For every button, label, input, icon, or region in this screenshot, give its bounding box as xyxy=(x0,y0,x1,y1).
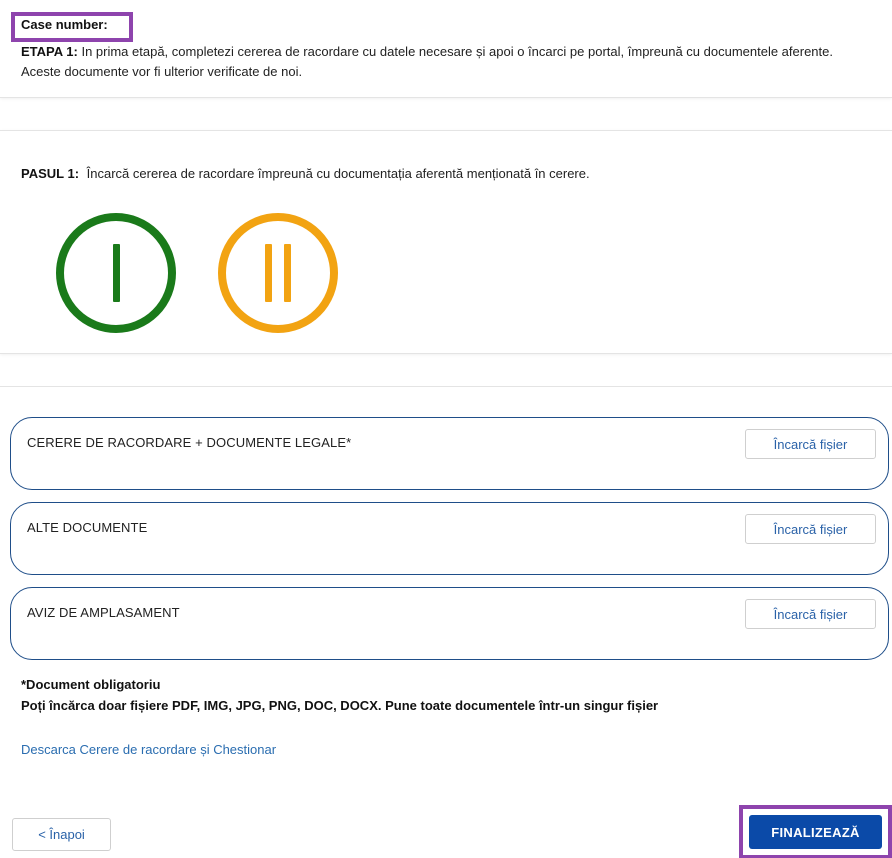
formats-note: Poți încărca doar fișiere PDF, IMG, JPG,… xyxy=(21,698,659,713)
upload-file-button[interactable]: Încarcă fișier xyxy=(745,429,876,459)
etapa-label: ETAPA 1: xyxy=(21,44,78,59)
step-indicator-1-icon xyxy=(56,213,176,333)
upload-row-aviz: AVIZ DE AMPLASAMENT Încarcă fișier xyxy=(10,587,889,660)
upload-card: CERERE DE RACORDARE + DOCUMENTE LEGALE* … xyxy=(0,386,892,858)
step-card: PASUL 1: Încarcă cererea de racordare îm… xyxy=(0,130,892,354)
roman-numeral-ii-icon xyxy=(265,244,291,302)
step-label: PASUL 1: xyxy=(21,166,80,181)
upload-file-button[interactable]: Încarcă fișier xyxy=(745,514,876,544)
upload-row-cerere: CERERE DE RACORDARE + DOCUMENTE LEGALE* … xyxy=(10,417,889,490)
roman-numeral-i-icon xyxy=(112,244,120,302)
etapa-description: ETAPA 1: In prima etapă, completezi cere… xyxy=(21,42,871,82)
etapa-text: In prima etapă, completezi cererea de ra… xyxy=(21,44,833,79)
finalize-highlight: FINALIZEAZĂ xyxy=(739,805,892,858)
upload-file-button[interactable]: Încarcă fișier xyxy=(745,599,876,629)
upload-row-label: AVIZ DE AMPLASAMENT xyxy=(27,605,180,620)
intro-card: Case number: ETAPA 1: In prima etapă, co… xyxy=(0,0,892,98)
step-indicator-2-icon xyxy=(218,213,338,333)
upload-row-alte-documente: ALTE DOCUMENTE Încarcă fișier xyxy=(10,502,889,575)
case-number-label: Case number: xyxy=(21,17,108,32)
upload-row-label: CERERE DE RACORDARE + DOCUMENTE LEGALE* xyxy=(27,435,352,450)
finalize-button[interactable]: FINALIZEAZĂ xyxy=(749,815,882,849)
download-form-link[interactable]: Descarca Cerere de racordare și Chestion… xyxy=(21,742,276,757)
step-instruction: PASUL 1: Încarcă cererea de racordare îm… xyxy=(21,166,590,181)
step-text: Încarcă cererea de racordare împreună cu… xyxy=(86,166,590,181)
required-note: *Document obligatoriu xyxy=(21,677,161,692)
back-button[interactable]: < Înapoi xyxy=(12,818,111,851)
upload-row-label: ALTE DOCUMENTE xyxy=(27,520,148,535)
page: Case number: ETAPA 1: In prima etapă, co… xyxy=(0,0,892,858)
